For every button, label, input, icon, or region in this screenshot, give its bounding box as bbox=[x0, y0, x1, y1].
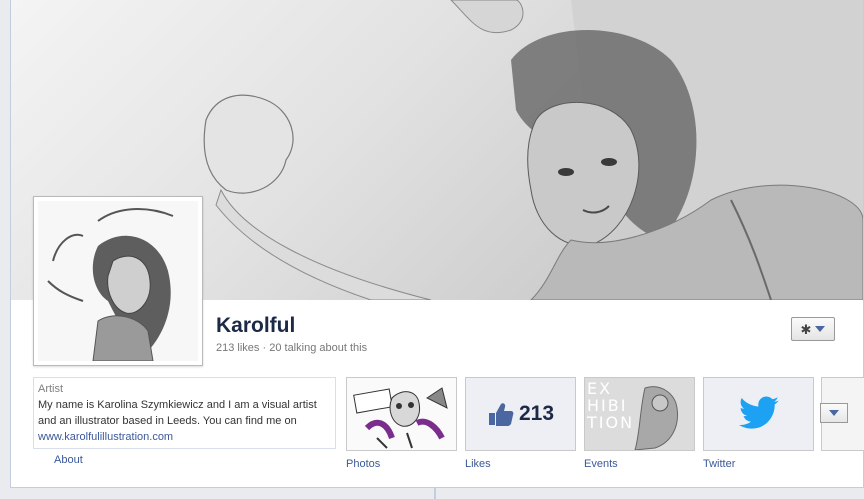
events-label[interactable]: Events bbox=[584, 458, 618, 470]
twitter-tile[interactable] bbox=[703, 377, 814, 451]
gear-icon: ✱ bbox=[800, 321, 812, 337]
page-settings-button[interactable]: ✱ bbox=[791, 317, 835, 341]
likes-tile[interactable]: 213 bbox=[465, 377, 576, 451]
about-box[interactable]: Artist My name is Karolina Szymkiewicz a… bbox=[33, 377, 336, 449]
exhibition-text: EX HIBI TION bbox=[587, 379, 635, 432]
stats-separator: · bbox=[262, 342, 267, 354]
chevron-down-icon bbox=[815, 326, 826, 332]
profile-picture-image bbox=[38, 201, 198, 361]
about-description: My name is Karolina Szymkiewicz and I am… bbox=[38, 397, 331, 445]
page-stats: 213 likes · 20 talking about this bbox=[216, 342, 367, 354]
more-apps-button[interactable] bbox=[820, 403, 848, 423]
website-link[interactable]: www.karolfulillustration.com bbox=[38, 431, 173, 443]
page-title[interactable]: Karolful bbox=[216, 314, 295, 338]
photos-thumbnail bbox=[347, 378, 456, 450]
about-link[interactable]: About bbox=[54, 454, 83, 466]
likes-label[interactable]: Likes bbox=[465, 458, 491, 470]
twitter-bird-icon bbox=[738, 396, 779, 429]
chevron-down-icon bbox=[829, 410, 839, 416]
twitter-label[interactable]: Twitter bbox=[703, 458, 735, 470]
likes-count[interactable]: 213 likes bbox=[216, 342, 259, 354]
thumbs-up-icon bbox=[488, 403, 514, 426]
about-text: My name is Karolina Szymkiewicz and I am… bbox=[38, 399, 317, 427]
page-category: Artist bbox=[38, 383, 64, 395]
photos-tile[interactable] bbox=[346, 377, 457, 451]
events-tile[interactable]: EX HIBI TION bbox=[584, 377, 695, 451]
likes-tile-count: 213 bbox=[518, 402, 555, 425]
talking-about-count[interactable]: 20 talking about this bbox=[269, 342, 367, 354]
timeline-divider bbox=[434, 488, 436, 499]
photos-label[interactable]: Photos bbox=[346, 458, 380, 470]
profile-picture[interactable] bbox=[33, 196, 203, 366]
